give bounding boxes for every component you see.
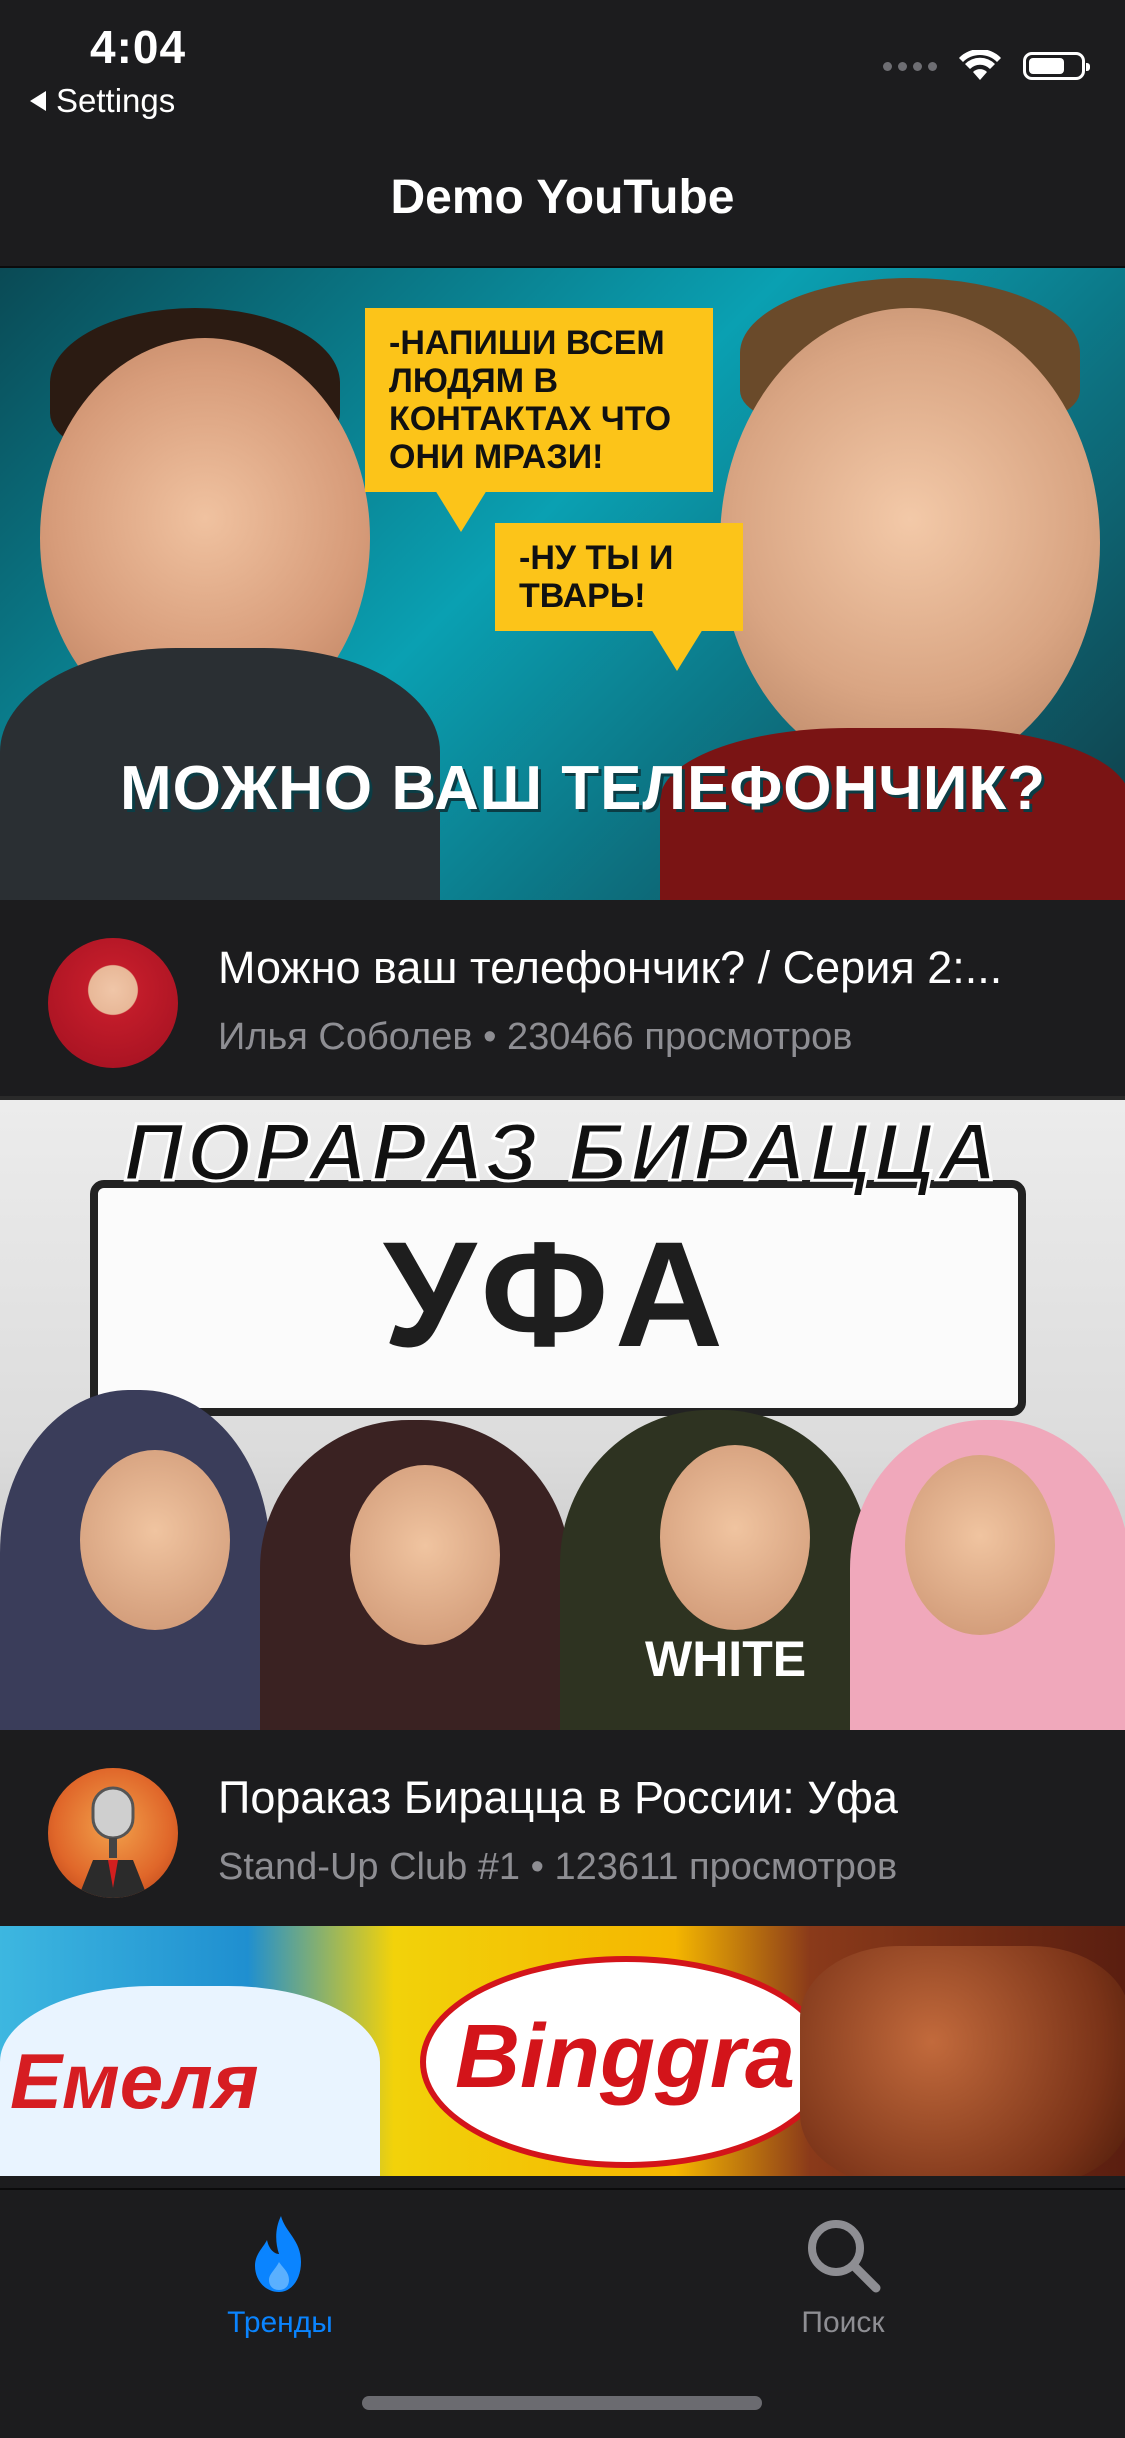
video-feed[interactable]: -НАПИШИ ВСЕМ ЛЮДЯМ В КОНТАКТАХ ЧТО ОНИ М… [0,268,1125,2188]
video-thumbnail[interactable]: УФА ПОРАРАЗ БИРАЦЦА WHITE [0,1096,1125,1730]
video-thumbnail[interactable]: -НАПИШИ ВСЕМ ЛЮДЯМ В КОНТАКТАХ ЧТО ОНИ М… [0,268,1125,900]
page-title: Demo YouTube [390,171,735,224]
video-thumbnail[interactable]: Емеля Binggra [0,1926,1125,2176]
navigation-bar: Demo YouTube [0,140,1125,268]
view-count: 230466 просмотров [507,1016,853,1058]
view-count: 123611 просмотров [554,1846,898,1888]
back-label: Settings [56,82,176,119]
status-icons [883,50,1090,82]
video-info-row[interactable]: Пораказ Бирацца в России: Уфа Stand-Up C… [0,1730,1125,1926]
tab-search[interactable]: Поиск [693,2210,993,2340]
video-item[interactable]: Емеля Binggra [0,1926,1125,2176]
video-meta: Илья Соболев • 230466 просмотров [218,1016,853,1059]
search-icon [808,2220,881,2293]
snack-brand: Binggra [455,2007,796,2107]
video-item[interactable]: УФА ПОРАРАЗ БИРАЦЦА WHITE Пораказ Бирацц… [0,1096,1125,1926]
city-plate: УФА [90,1180,1026,1416]
microphone-icon [78,1786,148,1898]
channel-avatar[interactable] [48,938,178,1068]
speech-bubble: -НАПИШИ ВСЕМ ЛЮДЯМ В КОНТАКТАХ ЧТО ОНИ М… [365,308,713,532]
channel-name: Stand-Up Club #1 [218,1846,521,1888]
meta-separator: • [483,1016,497,1058]
tab-label: Поиск [801,2306,885,2339]
home-indicator [362,2396,762,2410]
video-meta: Stand-Up Club #1 • 123611 просмотров [218,1846,897,1889]
speech-bubble: -НУ ТЫ И ТВАРЬ! [495,523,743,671]
status-time: 4:04 [90,21,187,73]
thumbnail-headline: ПОРАРАЗ БИРАЦЦА [122,1106,1002,1200]
back-triangle-icon [30,91,46,111]
tab-label: Тренды [227,2306,333,2339]
tab-trends[interactable]: Тренды [130,2210,430,2340]
plate-text: УФА [382,1210,734,1378]
video-info-row[interactable]: Можно ваш телефончик? / Серия 2:... Илья… [0,900,1125,1096]
flame-icon [255,2216,301,2292]
status-bar: 4:04 Settings [0,0,1125,140]
channel-avatar[interactable] [48,1768,178,1898]
shirt-print: WHITE [645,1631,807,1687]
video-item[interactable]: -НАПИШИ ВСЕМ ЛЮДЯМ В КОНТАКТАХ ЧТО ОНИ М… [0,268,1125,1096]
meta-separator: • [530,1846,544,1888]
video-title[interactable]: Можно ваш телефончик? / Серия 2:... [218,942,1078,994]
signal-dots-icon [883,61,937,71]
battery-icon [1023,52,1090,80]
channel-name: Илья Соболев [218,1016,473,1058]
battery-level-fill [1029,58,1064,74]
back-to-settings-button[interactable]: Settings [30,82,175,120]
thumbnail-caption: МОЖНО ВАШ ТЕЛЕФОНЧИК? [120,754,1047,823]
video-title[interactable]: Пораказ Бирацца в России: Уфа [218,1772,1078,1824]
wifi-icon [959,50,1001,80]
snack-brand: Емеля [10,2037,259,2125]
